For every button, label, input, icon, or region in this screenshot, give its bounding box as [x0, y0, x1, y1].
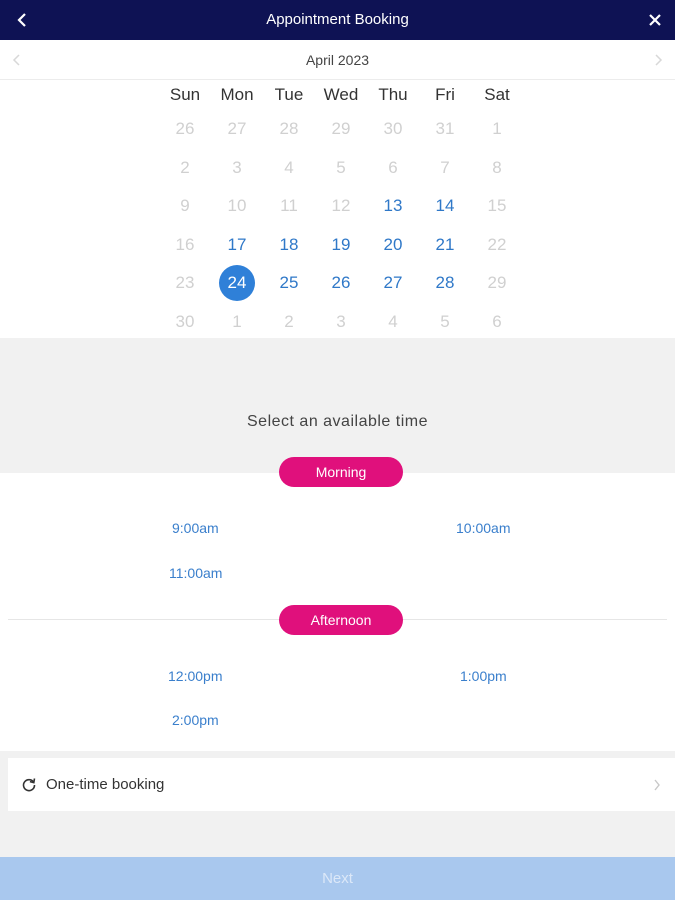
calendar-day-available[interactable]: 20	[367, 226, 419, 265]
weekday-label: Thu	[378, 85, 408, 104]
chevron-right-icon	[655, 54, 663, 66]
calendar-day-available[interactable]: 28	[419, 264, 471, 303]
calendar-day-available[interactable]: 27	[367, 264, 419, 303]
time-slot[interactable]: 9:00am	[172, 520, 219, 536]
morning-label: Morning	[279, 457, 403, 487]
close-icon	[649, 14, 661, 26]
time-slot[interactable]: 12:00pm	[168, 668, 222, 684]
time-slot[interactable]: 2:00pm	[172, 712, 219, 728]
calendar-day-unavailable: 12	[331, 196, 351, 216]
calendar-week-row: 2 3 4 5 6 7 8	[159, 149, 523, 188]
calendar-week-row: 30 1 2 3 4 5 6	[159, 303, 523, 342]
afternoon-label: Afternoon	[279, 605, 403, 635]
time-slots-panel: Morning 9:00am 10:00am 11:00am Afternoon…	[0, 457, 675, 751]
weekday-header: Sun Mon Tue Wed Thu Fri Sat	[159, 80, 523, 110]
calendar-day-unavailable: 4	[388, 311, 398, 331]
month-navigator: April 2023	[0, 40, 675, 80]
time-slot[interactable]: 1:00pm	[460, 668, 507, 684]
calendar-day-unavailable: 23	[175, 273, 195, 293]
calendar-day-unavailable: 28	[279, 119, 299, 139]
calendar-day-unavailable: 3	[232, 157, 242, 177]
calendar-weeks: 26 27 28 29 30 31 1 2 3 4 5 6 7 8 9 10 11 12 13 14 15 16 17 18 1…	[159, 110, 523, 341]
calendar-week-row: 26 27 28 29 30 31 1	[159, 110, 523, 149]
time-slot[interactable]: 11:00am	[169, 565, 222, 581]
next-month-button[interactable]	[647, 40, 669, 80]
calendar-week-row: 16 17 18 19 20 21 22	[159, 226, 523, 265]
calendar-day-label: 24	[219, 265, 255, 302]
app-header: Appointment Booking	[0, 0, 675, 40]
calendar-day-unavailable: 16	[175, 234, 195, 254]
weekday-label: Mon	[220, 85, 254, 104]
calendar-day-unavailable: 29	[331, 119, 351, 139]
booking-type-row[interactable]: One-time booking	[8, 758, 675, 811]
calendar-day-unavailable: 6	[492, 311, 502, 331]
calendar-day-unavailable: 27	[227, 119, 247, 139]
calendar-day-unavailable: 7	[440, 157, 450, 177]
calendar-day-unavailable: 29	[487, 273, 507, 293]
page-title: Appointment Booking	[266, 11, 409, 28]
calendar-week-row: 9 10 11 12 13 14 15	[159, 187, 523, 226]
weekday-label: Sun	[169, 85, 201, 104]
weekday-label: Fri	[435, 85, 455, 104]
calendar-day-available[interactable]: 18	[263, 226, 315, 265]
calendar-day-unavailable: 1	[492, 119, 502, 139]
calendar-day-available[interactable]: 17	[211, 226, 263, 265]
calendar-day-unavailable: 5	[440, 311, 450, 331]
calendar-day-unavailable: 8	[492, 157, 502, 177]
weekday-label: Wed	[323, 85, 359, 104]
refresh-icon	[20, 776, 38, 794]
calendar-day-unavailable: 5	[336, 157, 346, 177]
calendar-day-unavailable: 9	[180, 196, 190, 216]
close-button[interactable]	[641, 0, 669, 40]
booking-type-label: One-time booking	[46, 776, 165, 793]
calendar-day-unavailable: 22	[487, 234, 507, 254]
calendar-day-unavailable: 2	[284, 311, 294, 331]
calendar-day-unavailable: 4	[284, 157, 294, 177]
month-label: April 2023	[305, 52, 370, 68]
calendar-week-row: 23 24 25 26 27 28 29	[159, 264, 523, 303]
calendar-day-unavailable: 30	[175, 311, 195, 331]
calendar-grid: Sun Mon Tue Wed Thu Fri Sat 26 27 28 29 30 31…	[159, 80, 523, 341]
chevron-right-icon	[653, 758, 661, 811]
select-time-prompt: Select an available time	[247, 413, 428, 430]
calendar-day-unavailable: 10	[227, 196, 247, 216]
calendar-day-unavailable: 1	[232, 311, 242, 331]
weekday-label: Tue	[274, 85, 304, 104]
calendar-day-available[interactable]: 19	[315, 226, 367, 265]
next-button[interactable]: Next	[0, 857, 675, 900]
calendar-day-unavailable: 11	[280, 196, 298, 216]
calendar-day-unavailable: 26	[175, 119, 195, 139]
calendar-day-available[interactable]: 21	[419, 226, 471, 265]
calendar-day-available[interactable]: 14	[419, 187, 471, 226]
weekday-label: Sat	[484, 85, 510, 104]
calendar-day-available[interactable]: 26	[315, 264, 367, 303]
time-slot[interactable]: 10:00am	[456, 520, 510, 536]
calendar-day-unavailable: 6	[388, 157, 398, 177]
time-section-background	[0, 338, 675, 473]
calendar-day-unavailable: 2	[180, 157, 190, 177]
calendar-day-unavailable: 31	[435, 119, 455, 139]
calendar-day-available[interactable]: 25	[263, 264, 315, 303]
calendar-day-available[interactable]: 13	[367, 187, 419, 226]
calendar-day-unavailable: 3	[336, 311, 346, 331]
calendar-day-selected[interactable]: 24	[211, 264, 263, 303]
calendar: Sun Mon Tue Wed Thu Fri Sat 26 27 28 29 30 31…	[0, 80, 675, 338]
calendar-day-unavailable: 15	[487, 196, 507, 216]
calendar-day-unavailable: 30	[383, 119, 403, 139]
